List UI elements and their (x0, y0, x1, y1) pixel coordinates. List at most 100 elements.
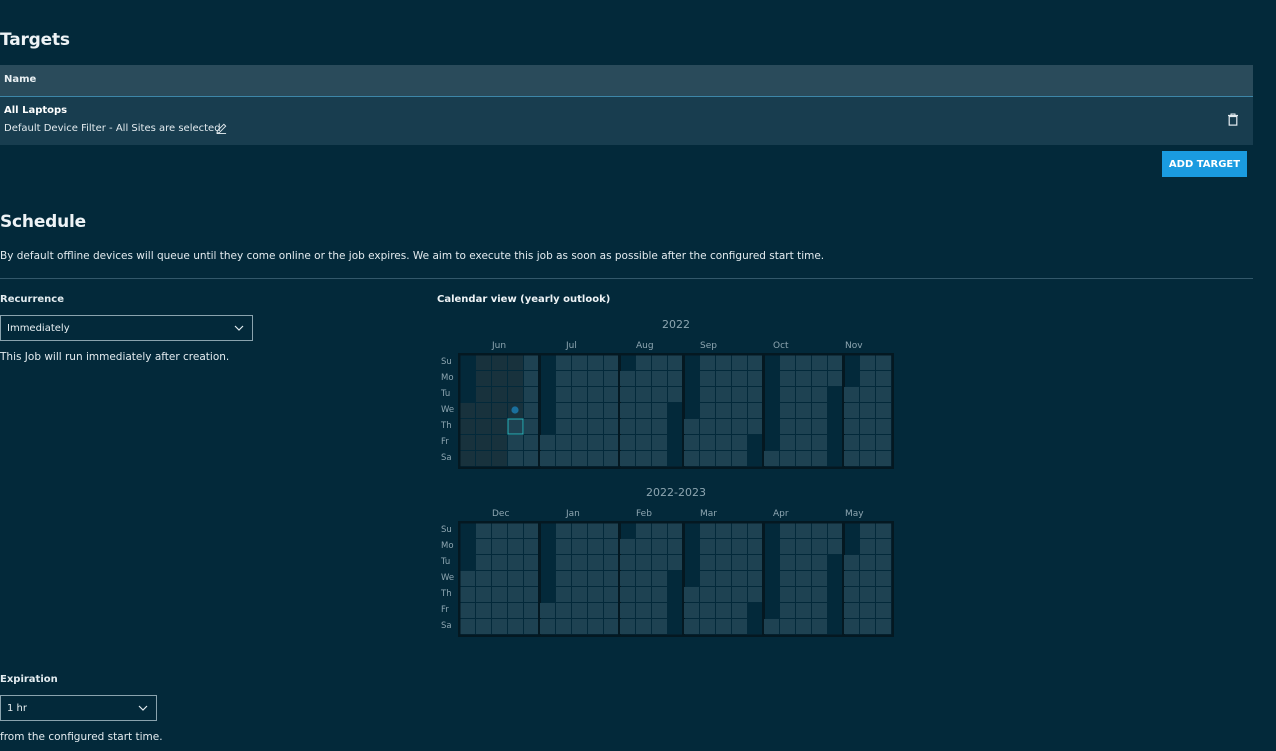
calendar-day-cell (700, 539, 715, 554)
calendar-day-cell (860, 619, 875, 634)
expiration-help: from the configured start time. (0, 731, 163, 743)
calendar-day-cell (844, 435, 859, 450)
calendar-day-cell (476, 619, 491, 634)
chevron-down-icon (234, 325, 244, 331)
calendar-day-cell (812, 435, 827, 450)
calendar-day-cell (780, 355, 795, 370)
calendar-day-cell (844, 387, 859, 402)
month-label: Apr (773, 509, 789, 519)
calendar-day-cell (572, 587, 587, 602)
calendar-day-cell (556, 355, 571, 370)
calendar-day-cell (876, 419, 891, 434)
calendar-day-cell (716, 571, 731, 586)
recurrence-select[interactable]: Immediately (0, 315, 253, 341)
calendar-day-cell (860, 555, 875, 570)
targets-table-header: Name (0, 65, 1253, 97)
calendar-day-cell (572, 355, 587, 370)
calendar-day-cell (460, 619, 475, 634)
calendar-day-cell (748, 387, 763, 402)
calendar-day-cell (524, 435, 539, 450)
calendar-day-cell (636, 619, 651, 634)
calendar-day-cell (876, 371, 891, 386)
schedule-description: By default offline devices will queue un… (0, 250, 825, 262)
calendar-day-cell (796, 523, 811, 538)
calendar-day-cell (492, 435, 507, 450)
calendar-day-cell (508, 539, 523, 554)
calendar-day-cell (556, 619, 571, 634)
calendar-day-cell (556, 587, 571, 602)
calendar-grid (458, 353, 894, 469)
month-label: Sep (700, 341, 717, 351)
edit-icon[interactable] (216, 123, 227, 134)
calendar-day-cell (700, 435, 715, 450)
expiration-select[interactable]: 1 hr (0, 695, 157, 721)
calendar-day-cell (684, 419, 699, 434)
calendar-day-cell (524, 403, 539, 418)
calendar-day-cell (716, 435, 731, 450)
calendar-day-cell (876, 587, 891, 602)
calendar-day-cell (508, 587, 523, 602)
calendar-day-cell (476, 435, 491, 450)
calendar-day-cell (876, 435, 891, 450)
calendar-day-cell (588, 387, 603, 402)
calendar-day-cell (732, 451, 747, 466)
calendar-day-cell (572, 619, 587, 634)
calendar-day-cell (700, 619, 715, 634)
calendar-day-cell (716, 555, 731, 570)
calendar-day-cell (620, 451, 635, 466)
calendar-day-cell (716, 451, 731, 466)
calendar-day-cell (620, 571, 635, 586)
calendar-day-cell (844, 587, 859, 602)
day-label: Sa (441, 621, 452, 631)
month-label: Nov (845, 341, 863, 351)
calendar-day-cell (476, 371, 491, 386)
calendar-day-cell (748, 355, 763, 370)
calendar-day-cell (620, 387, 635, 402)
calendar-day-cell (796, 451, 811, 466)
calendar-day-cell (588, 355, 603, 370)
selected-day-cell[interactable] (507, 418, 524, 435)
calendar-day-cell (732, 419, 747, 434)
calendar-day-cell (588, 539, 603, 554)
calendar-day-cell (540, 435, 555, 450)
calendar-day-cell (588, 587, 603, 602)
calendar-day-cell (748, 419, 763, 434)
calendar-day-cell (876, 571, 891, 586)
calendar-day-cell (812, 451, 827, 466)
month-label: Jan (566, 509, 580, 519)
column-name-header: Name (4, 74, 37, 85)
calendar-day-cell (860, 371, 875, 386)
calendar-day-cell (492, 387, 507, 402)
calendar-day-cell (652, 355, 667, 370)
calendar-day-cell (812, 371, 827, 386)
calendar-day-cell (636, 571, 651, 586)
calendar-day-cell (652, 539, 667, 554)
calendar-day-cell (492, 419, 507, 434)
month-label: Jun (492, 341, 507, 351)
calendar-day-cell (540, 619, 555, 634)
day-label: Sa (441, 453, 452, 463)
calendar-year-label: 2022 (662, 318, 690, 331)
calendar-day-cell (748, 371, 763, 386)
calendar-day-cell (748, 403, 763, 418)
calendar-day-cell (732, 355, 747, 370)
day-label: Su (441, 525, 452, 535)
calendar-day-cell (492, 619, 507, 634)
calendar-day-cell (748, 555, 763, 570)
calendar-day-cell (716, 587, 731, 602)
calendar-day-cell (492, 355, 507, 370)
calendar-day-cell (732, 619, 747, 634)
targets-title: Targets (0, 30, 70, 50)
calendar-day-cell (588, 371, 603, 386)
trash-icon[interactable] (1227, 113, 1239, 126)
calendar-day-cell (620, 403, 635, 418)
calendar-day-cell (636, 435, 651, 450)
calendar-day-cell (620, 371, 635, 386)
calendar-day-cell (588, 619, 603, 634)
add-target-button[interactable]: ADD TARGET (1162, 151, 1247, 177)
calendar-day-cell (556, 387, 571, 402)
calendar-day-cell (748, 523, 763, 538)
calendar-day-cell (876, 523, 891, 538)
calendar-day-cell (716, 403, 731, 418)
calendar-day-cell (796, 539, 811, 554)
